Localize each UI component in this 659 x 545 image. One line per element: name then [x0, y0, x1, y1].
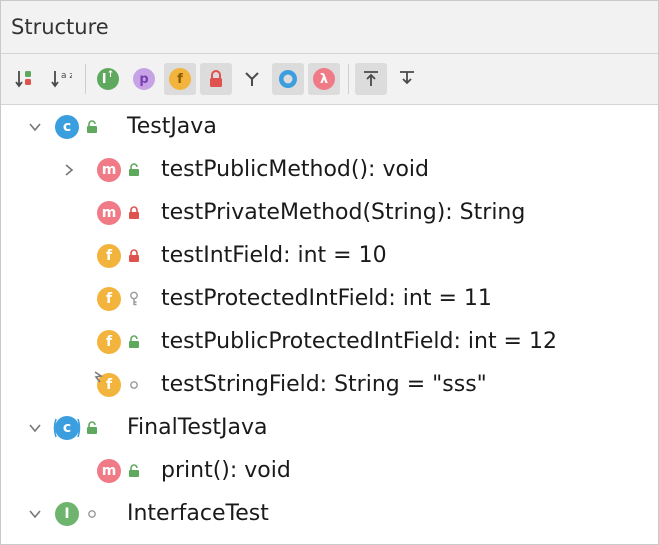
sort-visibility-icon: [15, 71, 31, 88]
expand-icon: [364, 71, 378, 86]
tree-node-testjava[interactable]: c TestJava: [1, 105, 658, 148]
interface-icon: I: [55, 501, 79, 526]
sort-alpha-icon: a z: [51, 71, 72, 88]
collapse-icon: [400, 71, 414, 85]
show-properties-button[interactable]: p: [128, 63, 160, 95]
toolbar-separator: [348, 64, 349, 94]
anonymous-icon: [245, 72, 259, 86]
chevron-down-icon[interactable]: [27, 119, 43, 135]
tree-node-field[interactable]: f testStringField: String = "sss": [1, 363, 658, 406]
tree-node-label: testProtectedIntField: int = 11: [161, 286, 492, 311]
tree-node-interfacetest[interactable]: I InterfaceTest: [1, 492, 658, 535]
field-icon: f: [97, 243, 121, 268]
show-non-public-button[interactable]: [200, 63, 232, 95]
package-visibility-icon: [85, 506, 99, 522]
tree-node-label: testPublicProtectedIntField: int = 12: [161, 329, 557, 354]
tree-node-finaltestjava[interactable]: c FinalTestJava: [1, 406, 658, 449]
public-visibility-icon: [85, 119, 99, 135]
circle-icon: [279, 70, 297, 88]
tree-node-label: TestJava: [127, 114, 217, 139]
tree-node-method[interactable]: m testPrivateMethod(String): String: [1, 191, 658, 234]
tree-node-label: testStringField: String = "sss": [161, 372, 487, 397]
inherited-icon: I ↑: [97, 68, 119, 90]
sort-alphabetically-button[interactable]: a z: [45, 63, 77, 95]
tree-node-field[interactable]: f testIntField: int = 10: [1, 234, 658, 277]
sort-by-visibility-button[interactable]: [9, 63, 41, 95]
field-icon: f: [97, 329, 121, 354]
lambda-icon: λ: [313, 68, 335, 90]
structure-tree: c TestJava m testPublicMethod(): void m …: [1, 105, 658, 535]
public-visibility-icon: [85, 420, 99, 436]
class-icon: c: [55, 114, 79, 139]
lock-icon: [210, 70, 222, 87]
tree-node-method[interactable]: m print(): void: [1, 449, 658, 492]
private-visibility-icon: [127, 205, 141, 221]
collapse-all-button[interactable]: [391, 63, 423, 95]
tree-node-label: testIntField: int = 10: [161, 243, 387, 268]
toolbar-separator: [85, 64, 86, 94]
svg-text:a z: a z: [61, 71, 72, 81]
tree-node-label: InterfaceTest: [127, 501, 269, 526]
structure-toolbar: a z I↑ p f: [1, 54, 658, 105]
public-visibility-icon: [127, 162, 141, 178]
method-icon: m: [97, 200, 121, 225]
show-fields-button[interactable]: f: [164, 63, 196, 95]
tree-node-label: testPrivateMethod(String): String: [161, 200, 526, 225]
final-class-icon: c: [53, 415, 81, 440]
tree-node-label: print(): void: [161, 458, 291, 483]
public-visibility-icon: [127, 463, 141, 479]
tree-node-label: FinalTestJava: [127, 415, 268, 440]
chevron-down-icon[interactable]: [27, 420, 43, 436]
public-visibility-icon: [127, 334, 141, 350]
tree-node-method[interactable]: m testPublicMethod(): void: [1, 148, 658, 191]
tree-node-label: testPublicMethod(): void: [161, 157, 429, 182]
package-visibility-icon: [127, 377, 141, 393]
field-icon: f: [169, 68, 191, 90]
expand-all-button[interactable]: [355, 63, 387, 95]
show-inherited-button[interactable]: I ↑: [92, 63, 124, 95]
method-icon: m: [97, 157, 121, 182]
field-icon: f: [97, 286, 121, 311]
show-lambda-button[interactable]: λ: [308, 63, 340, 95]
structure-panel: Structure a z I↑ p: [0, 0, 659, 545]
tree-node-field[interactable]: f testPublicProtectedIntField: int = 12: [1, 320, 658, 363]
method-icon: m: [97, 458, 121, 483]
panel-header: Structure: [1, 1, 658, 54]
chevron-right-icon[interactable]: [61, 162, 77, 178]
protected-visibility-icon: [127, 291, 141, 307]
private-visibility-icon: [127, 248, 141, 264]
panel-title: Structure: [11, 15, 109, 39]
tree-node-field[interactable]: f testProtectedIntField: int = 11: [1, 277, 658, 320]
show-lambdas-button[interactable]: [272, 63, 304, 95]
property-icon: p: [133, 68, 155, 90]
static-field-icon: f: [94, 370, 121, 397]
chevron-down-icon[interactable]: [27, 506, 43, 522]
show-anonymous-button[interactable]: [236, 63, 268, 95]
